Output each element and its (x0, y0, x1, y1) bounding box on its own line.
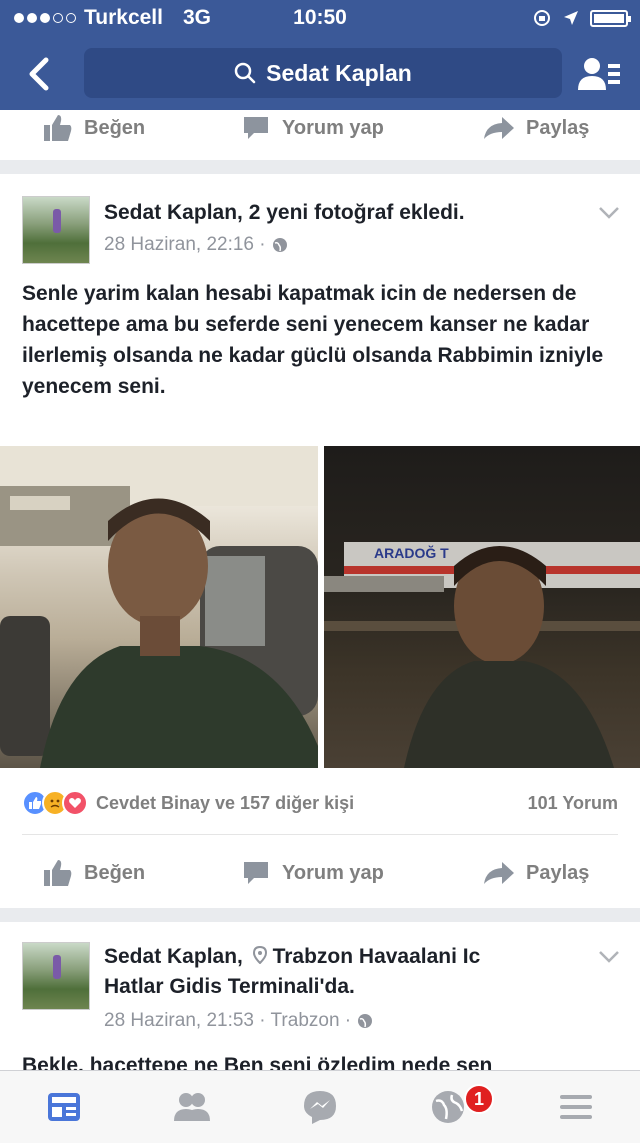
reactions-text: Cevdet Binay ve 157 diğer kişi (96, 792, 355, 813)
post-author-line[interactable]: Sedat Kaplan, Trabzon Havaalani Ic (104, 942, 480, 972)
divider (22, 834, 618, 835)
like-button[interactable]: Beğen (44, 860, 145, 886)
globe-icon (358, 1014, 373, 1028)
share-arrow-icon (484, 862, 514, 884)
chevron-down-icon[interactable] (598, 206, 620, 220)
love-reaction-icon (62, 790, 88, 816)
battery-icon (590, 9, 631, 27)
messenger-tab-icon[interactable] (300, 1087, 340, 1127)
notification-badge: 1 (464, 1084, 494, 1114)
share-label: Paylaş (526, 861, 590, 884)
comment-button[interactable]: Yorum yap (242, 115, 384, 141)
menu-tab-icon[interactable] (556, 1087, 596, 1127)
post-timestamp[interactable]: 28 Haziran, 22:16 · (104, 234, 288, 256)
like-label: Beğen (84, 861, 146, 884)
post-photo-airport[interactable]: ARADOĞ T (324, 446, 640, 768)
previous-post-actions: Beğen Yorum yap Paylaş (0, 110, 640, 160)
place-name-continued[interactable]: Hatlar Gidis Terminali'da. (104, 972, 355, 1002)
search-text: Sedat Kaplan (266, 59, 412, 86)
share-button[interactable]: Paylaş (484, 860, 589, 886)
avatar[interactable] (22, 942, 90, 1010)
status-bar: Turkcell 3G 10:50 (0, 0, 640, 36)
avatar[interactable] (22, 196, 90, 264)
location-arrow-icon (564, 11, 578, 25)
search-icon (234, 62, 256, 84)
plane-livery-text: ARADOĞ T (374, 544, 449, 561)
post-card: Sedat Kaplan, Trabzon Havaalani Ic Hatla… (0, 922, 640, 1070)
comment-bubble-icon (244, 862, 268, 884)
share-button[interactable]: Paylaş (484, 115, 589, 141)
notifications-globe-tab-icon[interactable] (428, 1087, 468, 1127)
thumbs-up-icon (44, 860, 72, 886)
thumbs-up-icon (44, 115, 72, 141)
top-bar: Turkcell 3G 10:50 Sedat Kaplan (0, 0, 640, 110)
news-feed-tab-icon[interactable] (44, 1087, 84, 1127)
post-card: Sedat Kaplan, 2 yeni fotoğraf ekledi. 28… (0, 174, 640, 908)
friend-request-icon[interactable] (578, 56, 622, 92)
post-photo-cabin[interactable] (0, 446, 318, 768)
globe-icon (272, 238, 287, 252)
post-text: Senle yarim kalan hesabi kapatmak icin d… (22, 282, 604, 398)
search-bar[interactable]: Sedat Kaplan (84, 48, 562, 98)
share-label: Paylaş (526, 116, 590, 139)
post-date: 28 Haziran, 21:53 · Trabzon · (104, 1010, 352, 1031)
friends-tab-icon[interactable] (172, 1087, 212, 1127)
comment-label: Yorum yap (282, 116, 384, 139)
post-author[interactable]: Sedat Kaplan, (104, 945, 243, 968)
comment-button[interactable]: Yorum yap (242, 860, 384, 886)
like-label: Beğen (84, 116, 146, 139)
post-author[interactable]: Sedat Kaplan, 2 yeni fotoğraf ekledi. (104, 198, 465, 228)
back-arrow-icon[interactable] (22, 54, 56, 94)
chevron-down-icon[interactable] (598, 950, 620, 964)
place-name[interactable]: Trabzon Havaalani Ic (273, 945, 481, 968)
like-button[interactable]: Beğen (44, 115, 145, 141)
comment-bubble-icon (244, 117, 268, 139)
share-arrow-icon (484, 117, 514, 139)
navigation-bar: Sedat Kaplan (0, 44, 640, 104)
bottom-tab-bar (0, 1070, 640, 1143)
rotation-lock-icon (534, 10, 550, 26)
comment-label: Yorum yap (282, 861, 384, 884)
location-pin-icon (252, 945, 267, 965)
reactions-summary[interactable]: Cevdet Binay ve 157 diğer kişi (22, 790, 354, 816)
post-date: 28 Haziran, 22:16 · (104, 234, 266, 255)
post-timestamp[interactable]: 28 Haziran, 21:53 · Trabzon · (104, 1010, 373, 1032)
comments-count[interactable]: 101 Yorum (528, 793, 618, 814)
post-text-preview: Bekle, hacettepe ne Ben seni özledim ned… (22, 1054, 493, 1070)
